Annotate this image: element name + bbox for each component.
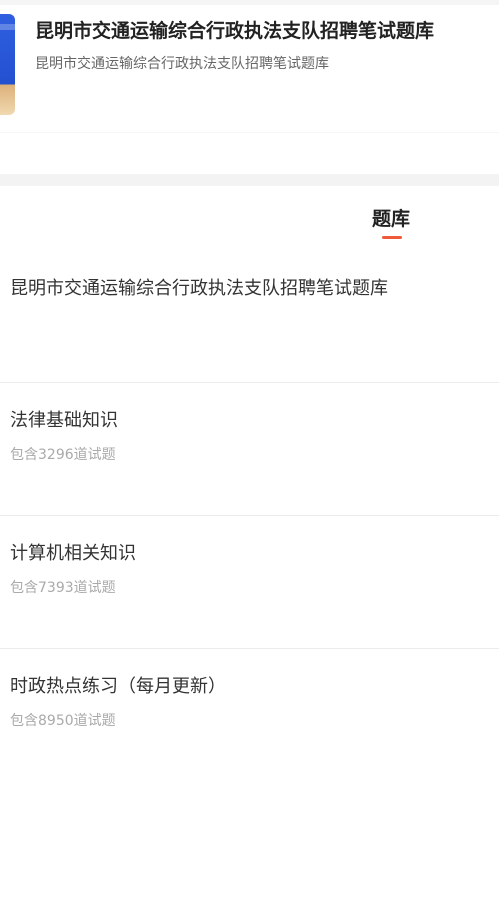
tab-active-indicator	[382, 236, 402, 239]
exam-header-card[interactable]: 昆明市交通运输综合行政执法支队招聘笔试题库 昆明市交通运输综合行政执法支队招聘笔…	[0, 0, 499, 133]
cover-thumbnail	[0, 14, 15, 115]
cover-shine	[0, 24, 15, 30]
item-title: 计算机相关知识	[10, 543, 136, 564]
tab-question-bank[interactable]: 题库	[361, 204, 421, 244]
item-question-count: 包含3296道试题	[10, 447, 116, 463]
item-question-count: 包含7393道试题	[10, 580, 116, 596]
list-item-law-basics[interactable]: 法律基础知识 包含3296道试题	[0, 382, 499, 515]
exam-title: 昆明市交通运输综合行政执法支队招聘笔试题库	[10, 278, 388, 299]
header-divider	[0, 132, 499, 133]
tab-label: 题库	[371, 208, 410, 230]
list-item-current-affairs[interactable]: 时政热点练习（每月更新） 包含8950道试题	[0, 648, 499, 781]
page: 昆明市交通运输综合行政执法支队招聘笔试题库 昆明市交通运输综合行政执法支队招聘笔…	[0, 0, 499, 915]
section-separator	[0, 174, 499, 186]
header-title: 昆明市交通运输综合行政执法支队招聘笔试题库	[35, 20, 435, 42]
header-subtitle: 昆明市交通运输综合行政执法支队招聘笔试题库	[35, 56, 329, 72]
item-question-count: 包含8950道试题	[10, 713, 116, 729]
list-item-computer-knowledge[interactable]: 计算机相关知识 包含7393道试题	[0, 515, 499, 648]
header-top-strip	[0, 0, 499, 5]
item-title: 时政热点练习（每月更新）	[10, 676, 226, 697]
item-title: 法律基础知识	[10, 410, 118, 431]
